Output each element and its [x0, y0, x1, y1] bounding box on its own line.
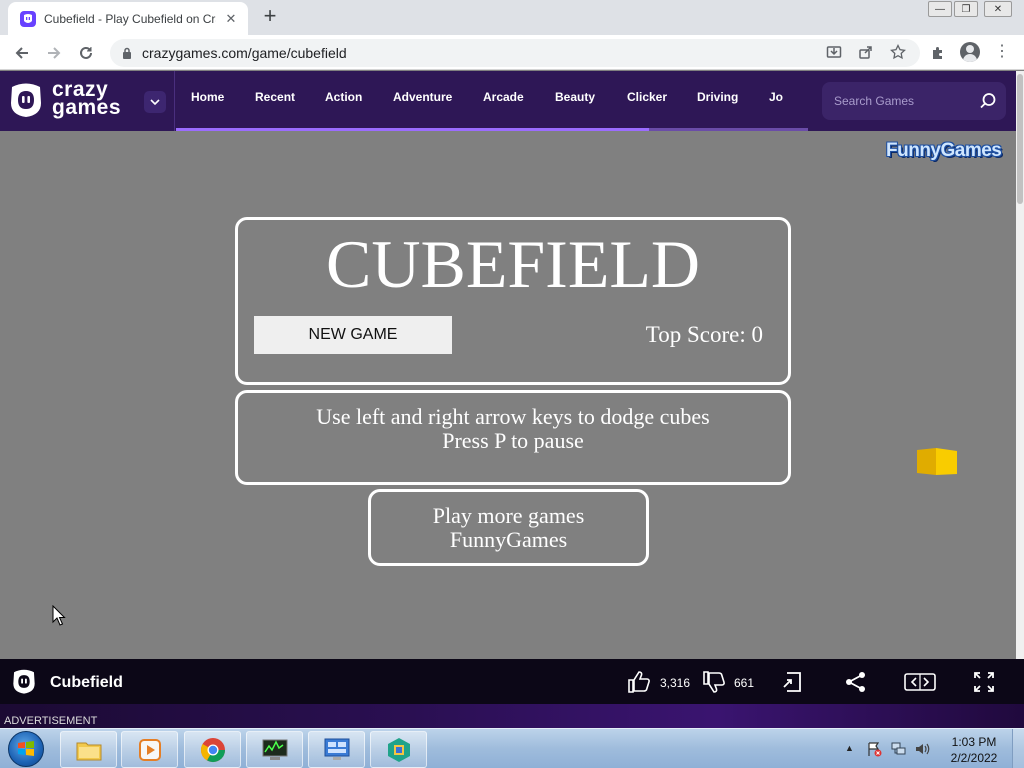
game-name: Cubefield: [50, 674, 123, 691]
browser-tab-cubefield[interactable]: Cubefield - Play Cubefield on Cra ✕: [8, 2, 248, 35]
yellow-cube-icon: [917, 448, 957, 475]
crazygames-favicon-icon: [20, 10, 36, 27]
instructions-text: Use left and right arrow keys to dodge c…: [238, 405, 788, 453]
show-hidden-icons-icon[interactable]: ▲: [845, 743, 854, 753]
likes-count: 3,316: [660, 676, 691, 690]
play-more-line-1: Play more games: [432, 503, 585, 528]
profile-avatar-icon[interactable]: [960, 42, 980, 62]
install-app-icon[interactable]: [824, 42, 844, 62]
page-scrollbar-thumb[interactable]: [1017, 74, 1023, 204]
share-icon[interactable]: [843, 669, 869, 695]
taskbar-package-icon[interactable]: [370, 731, 427, 768]
play-more-text: Play more games FunnyGames: [371, 504, 646, 552]
close-window-icon[interactable]: ✕: [984, 1, 1012, 17]
taskbar-remote-desktop-icon[interactable]: [308, 731, 365, 768]
nav-item-arcade[interactable]: Arcade: [483, 90, 524, 104]
new-game-button[interactable]: NEW GAME: [254, 316, 452, 354]
browser-tab-strip: Cubefield - Play Cubefield on Cra ✕ + — …: [0, 0, 1024, 35]
game-footer-bar: Cubefield 3,316 661: [0, 659, 1024, 704]
site-header: crazy games Home Recent Action Adventure…: [0, 71, 1016, 131]
search-placeholder: Search Games: [834, 94, 915, 108]
taskbar-media-player-icon[interactable]: [121, 731, 178, 768]
taskbar-file-explorer-icon[interactable]: [60, 731, 117, 768]
instructions-line-2: Press P to pause: [442, 428, 584, 453]
browser-toolbar: crazygames.com/game/cubefield ⋮: [0, 35, 1024, 70]
address-bar[interactable]: crazygames.com/game/cubefield: [110, 39, 920, 67]
back-arrow-icon[interactable]: [10, 41, 34, 65]
volume-speaker-icon[interactable]: [914, 741, 930, 757]
network-icon[interactable]: [891, 741, 907, 757]
nav-item-recent[interactable]: Recent: [255, 90, 295, 104]
taskbar-chrome-icon[interactable]: [184, 731, 241, 768]
fullscreen-icon[interactable]: [971, 669, 997, 695]
game-title: CUBEFIELD: [326, 226, 700, 302]
site-logo-text[interactable]: crazy games: [52, 79, 122, 119]
reload-icon[interactable]: [74, 41, 98, 65]
logo-line-games: games: [52, 96, 122, 119]
minimize-window-icon[interactable]: —: [928, 1, 952, 17]
categories-dropdown-chevron-icon[interactable]: [144, 91, 166, 113]
taskbar-task-manager-icon[interactable]: [246, 731, 303, 768]
top-score: Top Score: 0: [645, 322, 763, 347]
instructions-line-1: Use left and right arrow keys to dodge c…: [316, 404, 710, 429]
tab-close-icon[interactable]: ✕: [222, 10, 240, 28]
nav-divider: [174, 71, 175, 131]
tab-title: Cubefield - Play Cubefield on Cra: [44, 11, 216, 26]
nav-item-action[interactable]: Action: [325, 90, 362, 104]
show-desktop-button[interactable]: [1012, 729, 1024, 768]
search-games-input[interactable]: Search Games: [822, 82, 1006, 120]
bookmark-star-icon[interactable]: [888, 42, 908, 62]
thumbs-up-icon[interactable]: [626, 669, 652, 695]
system-clock[interactable]: 1:03 PM 2/2/2022: [944, 734, 1004, 766]
funnygames-logo[interactable]: FunnyGames: [886, 140, 1002, 162]
lock-icon: [122, 47, 132, 59]
clock-date: 2/2/2022: [950, 751, 998, 765]
nav-item-driving[interactable]: Driving: [697, 90, 738, 104]
share-page-icon[interactable]: [856, 42, 876, 62]
thumbs-down-icon[interactable]: [701, 669, 727, 695]
theater-mode-icon[interactable]: [903, 669, 937, 695]
url-text: crazygames.com/game/cubefield: [142, 45, 347, 61]
play-more-games-button[interactable]: Play more games FunnyGames: [368, 489, 649, 566]
nav-item-beauty[interactable]: Beauty: [555, 90, 595, 104]
game-canvas[interactable]: FunnyGames CUBEFIELD NEW GAME Top Score:…: [0, 131, 1016, 659]
category-nav: Home Recent Action Adventure Arcade Beau…: [176, 71, 806, 131]
instructions-panel: Use left and right arrow keys to dodge c…: [235, 390, 791, 485]
dislikes-count: 661: [734, 676, 755, 690]
nav-item-home[interactable]: Home: [191, 90, 224, 104]
extensions-puzzle-icon[interactable]: [926, 41, 950, 65]
title-panel: CUBEFIELD NEW GAME Top Score: 0: [235, 217, 791, 385]
report-flag-icon[interactable]: [780, 669, 806, 695]
mouse-cursor-icon: [52, 605, 66, 626]
restore-window-icon[interactable]: ❐: [954, 1, 978, 17]
advertisement-label: ADVERTISEMENT: [4, 715, 98, 727]
nav-item-adventure[interactable]: Adventure: [393, 90, 452, 104]
nav-item-jo[interactable]: Jo: [769, 90, 783, 104]
browser-menu-icon[interactable]: ⋮: [994, 43, 1010, 61]
windows-taskbar: ▲ 1:03 PM 2/2/2022: [0, 728, 1024, 768]
start-button-windows-icon[interactable]: [8, 731, 44, 767]
crazygames-small-logo-icon[interactable]: [11, 668, 37, 695]
play-more-line-2: FunnyGames: [449, 527, 568, 552]
action-center-flag-icon[interactable]: [866, 741, 882, 757]
nav-item-clicker[interactable]: Clicker: [627, 90, 667, 104]
new-tab-button[interactable]: +: [258, 5, 282, 29]
clock-time: 1:03 PM: [951, 735, 997, 749]
advertisement-strip: ADVERTISEMENT: [0, 704, 1024, 730]
crazygames-logo-icon[interactable]: [8, 81, 44, 119]
search-icon[interactable]: [970, 82, 1006, 120]
forward-arrow-icon[interactable]: [42, 41, 66, 65]
